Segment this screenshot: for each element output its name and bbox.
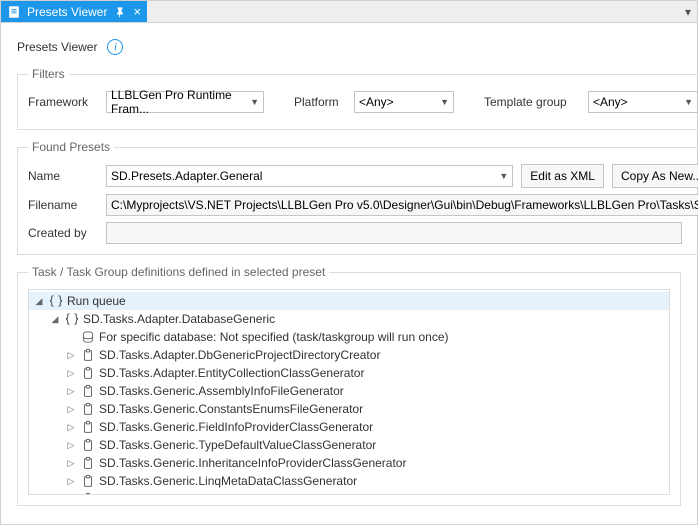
database-icon: [80, 329, 96, 345]
collapse-icon[interactable]: ◢: [33, 296, 45, 307]
clipboard-icon: [80, 383, 96, 399]
clipboard-icon: [80, 491, 96, 495]
tree-task-label: SD.Tasks.Generic.QuerySpecFactoryClassGe…: [99, 492, 382, 495]
tree-note-label: For specific database: Not specified (ta…: [99, 330, 449, 344]
tree-task-label: SD.Tasks.Adapter.EntityCollectionClassGe…: [99, 366, 364, 380]
copy-as-new-button[interactable]: Copy As New...: [612, 164, 698, 188]
expand-icon[interactable]: ▷: [65, 422, 77, 433]
expand-icon[interactable]: ▷: [65, 494, 77, 496]
tree-task-item[interactable]: ▷ SD.Tasks.Generic.QuerySpecFactoryClassG…: [29, 490, 669, 495]
framework-value: LLBLGen Pro Runtime Fram...: [111, 88, 246, 116]
clipboard-icon: [80, 437, 96, 453]
edit-as-xml-button[interactable]: Edit as XML: [521, 164, 604, 188]
tree-task-item[interactable]: ▷ SD.Tasks.Generic.ConstantsEnumsFileGene…: [29, 400, 669, 418]
tab-overflow-icon[interactable]: ▾: [685, 1, 697, 22]
task-tree[interactable]: ◢ Run queue ◢ SD.Tasks.Adapter.DatabaseG…: [28, 289, 670, 495]
tree-task-item[interactable]: ▷ SD.Tasks.Generic.InheritanceInfoProvide…: [29, 454, 669, 472]
expand-icon[interactable]: ▷: [65, 368, 77, 379]
platform-label: Platform: [294, 95, 346, 109]
clipboard-icon: [80, 365, 96, 381]
createdby-field: [106, 222, 682, 244]
tree-task-label: SD.Tasks.Generic.TypeDefaultValueClassGe…: [99, 438, 376, 452]
clipboard-icon: [80, 473, 96, 489]
platform-value: <Any>: [359, 95, 394, 109]
document-icon: [7, 5, 21, 19]
tree-task-label: SD.Tasks.Generic.InheritanceInfoProvider…: [99, 456, 406, 470]
tree-task-label: SD.Tasks.Generic.AssemblyInfoFileGenerat…: [99, 384, 344, 398]
name-combo[interactable]: SD.Presets.Adapter.General ▼: [106, 165, 513, 187]
collapse-icon[interactable]: ◢: [49, 314, 61, 325]
tree-root-label: Run queue: [67, 294, 126, 308]
clipboard-icon: [80, 347, 96, 363]
chevron-down-icon: ▼: [684, 97, 693, 107]
pin-icon[interactable]: [113, 5, 127, 19]
braces-icon: [48, 293, 64, 309]
tree-task-item[interactable]: ▷ SD.Tasks.Generic.TypeDefaultValueClassG…: [29, 436, 669, 454]
clipboard-icon: [80, 419, 96, 435]
expand-icon[interactable]: ▷: [65, 386, 77, 397]
tree-note[interactable]: For specific database: Not specified (ta…: [29, 328, 669, 346]
found-presets-group: Found Presets Name SD.Presets.Adapter.Ge…: [17, 140, 698, 255]
tree-task-item[interactable]: ▷ SD.Tasks.Generic.FieldInfoProviderClass…: [29, 418, 669, 436]
template-group-label: Template group: [484, 95, 580, 109]
expand-icon[interactable]: ▷: [65, 350, 77, 361]
tree-task-item[interactable]: ▷ SD.Tasks.Generic.LinqMetaDataClassGener…: [29, 472, 669, 490]
expand-icon[interactable]: ▷: [65, 476, 77, 487]
close-icon[interactable]: ×: [133, 4, 141, 19]
expand-icon[interactable]: ▷: [65, 440, 77, 451]
expand-icon[interactable]: ▷: [65, 404, 77, 415]
chevron-down-icon: ▼: [250, 97, 259, 107]
tree-group-label: SD.Tasks.Adapter.DatabaseGeneric: [83, 312, 275, 326]
filename-field: C:\Myprojects\VS.NET Projects\LLBLGen Pr…: [106, 194, 698, 216]
template-group-value: <Any>: [593, 95, 628, 109]
tasks-legend: Task / Task Group definitions defined in…: [28, 265, 329, 279]
tree-root[interactable]: ◢ Run queue: [29, 292, 669, 310]
chevron-down-icon: ▼: [440, 97, 449, 107]
clipboard-icon: [80, 455, 96, 471]
page-title: Presets Viewer i: [17, 39, 681, 55]
tab-label: Presets Viewer: [27, 5, 107, 19]
tree-task-item[interactable]: ▷ SD.Tasks.Adapter.EntityCollectionClassG…: [29, 364, 669, 382]
filters-group: Filters Framework LLBLGen Pro Runtime Fr…: [17, 67, 698, 130]
template-group-combo[interactable]: <Any> ▼: [588, 91, 698, 113]
tree-task-item[interactable]: ▷ SD.Tasks.Adapter.DbGenericProjectDirect…: [29, 346, 669, 364]
braces-icon: [64, 311, 80, 327]
tree-task-label: SD.Tasks.Generic.ConstantsEnumsFileGener…: [99, 402, 363, 416]
info-icon[interactable]: i: [107, 39, 123, 55]
tasks-group: Task / Task Group definitions defined in…: [17, 265, 681, 506]
name-label: Name: [28, 169, 98, 183]
framework-combo[interactable]: LLBLGen Pro Runtime Fram... ▼: [106, 91, 264, 113]
platform-combo[interactable]: <Any> ▼: [354, 91, 454, 113]
clipboard-icon: [80, 401, 96, 417]
tree-task-label: SD.Tasks.Generic.FieldInfoProviderClassG…: [99, 420, 373, 434]
tree-task-item[interactable]: ▷ SD.Tasks.Generic.AssemblyInfoFileGenera…: [29, 382, 669, 400]
tree-task-label: SD.Tasks.Adapter.DbGenericProjectDirecto…: [99, 348, 380, 362]
found-presets-legend: Found Presets: [28, 140, 114, 154]
tab-bar: Presets Viewer × ▾: [1, 1, 697, 23]
tree-group[interactable]: ◢ SD.Tasks.Adapter.DatabaseGeneric: [29, 310, 669, 328]
name-value: SD.Presets.Adapter.General: [111, 169, 262, 183]
expand-icon[interactable]: ▷: [65, 458, 77, 469]
tree-task-label: SD.Tasks.Generic.LinqMetaDataClassGenera…: [99, 474, 357, 488]
filename-label: Filename: [28, 198, 98, 212]
filters-legend: Filters: [28, 67, 69, 81]
framework-label: Framework: [28, 95, 98, 109]
createdby-label: Created by: [28, 226, 98, 240]
tab-presets-viewer[interactable]: Presets Viewer ×: [1, 1, 147, 22]
chevron-down-icon: ▼: [499, 171, 508, 181]
